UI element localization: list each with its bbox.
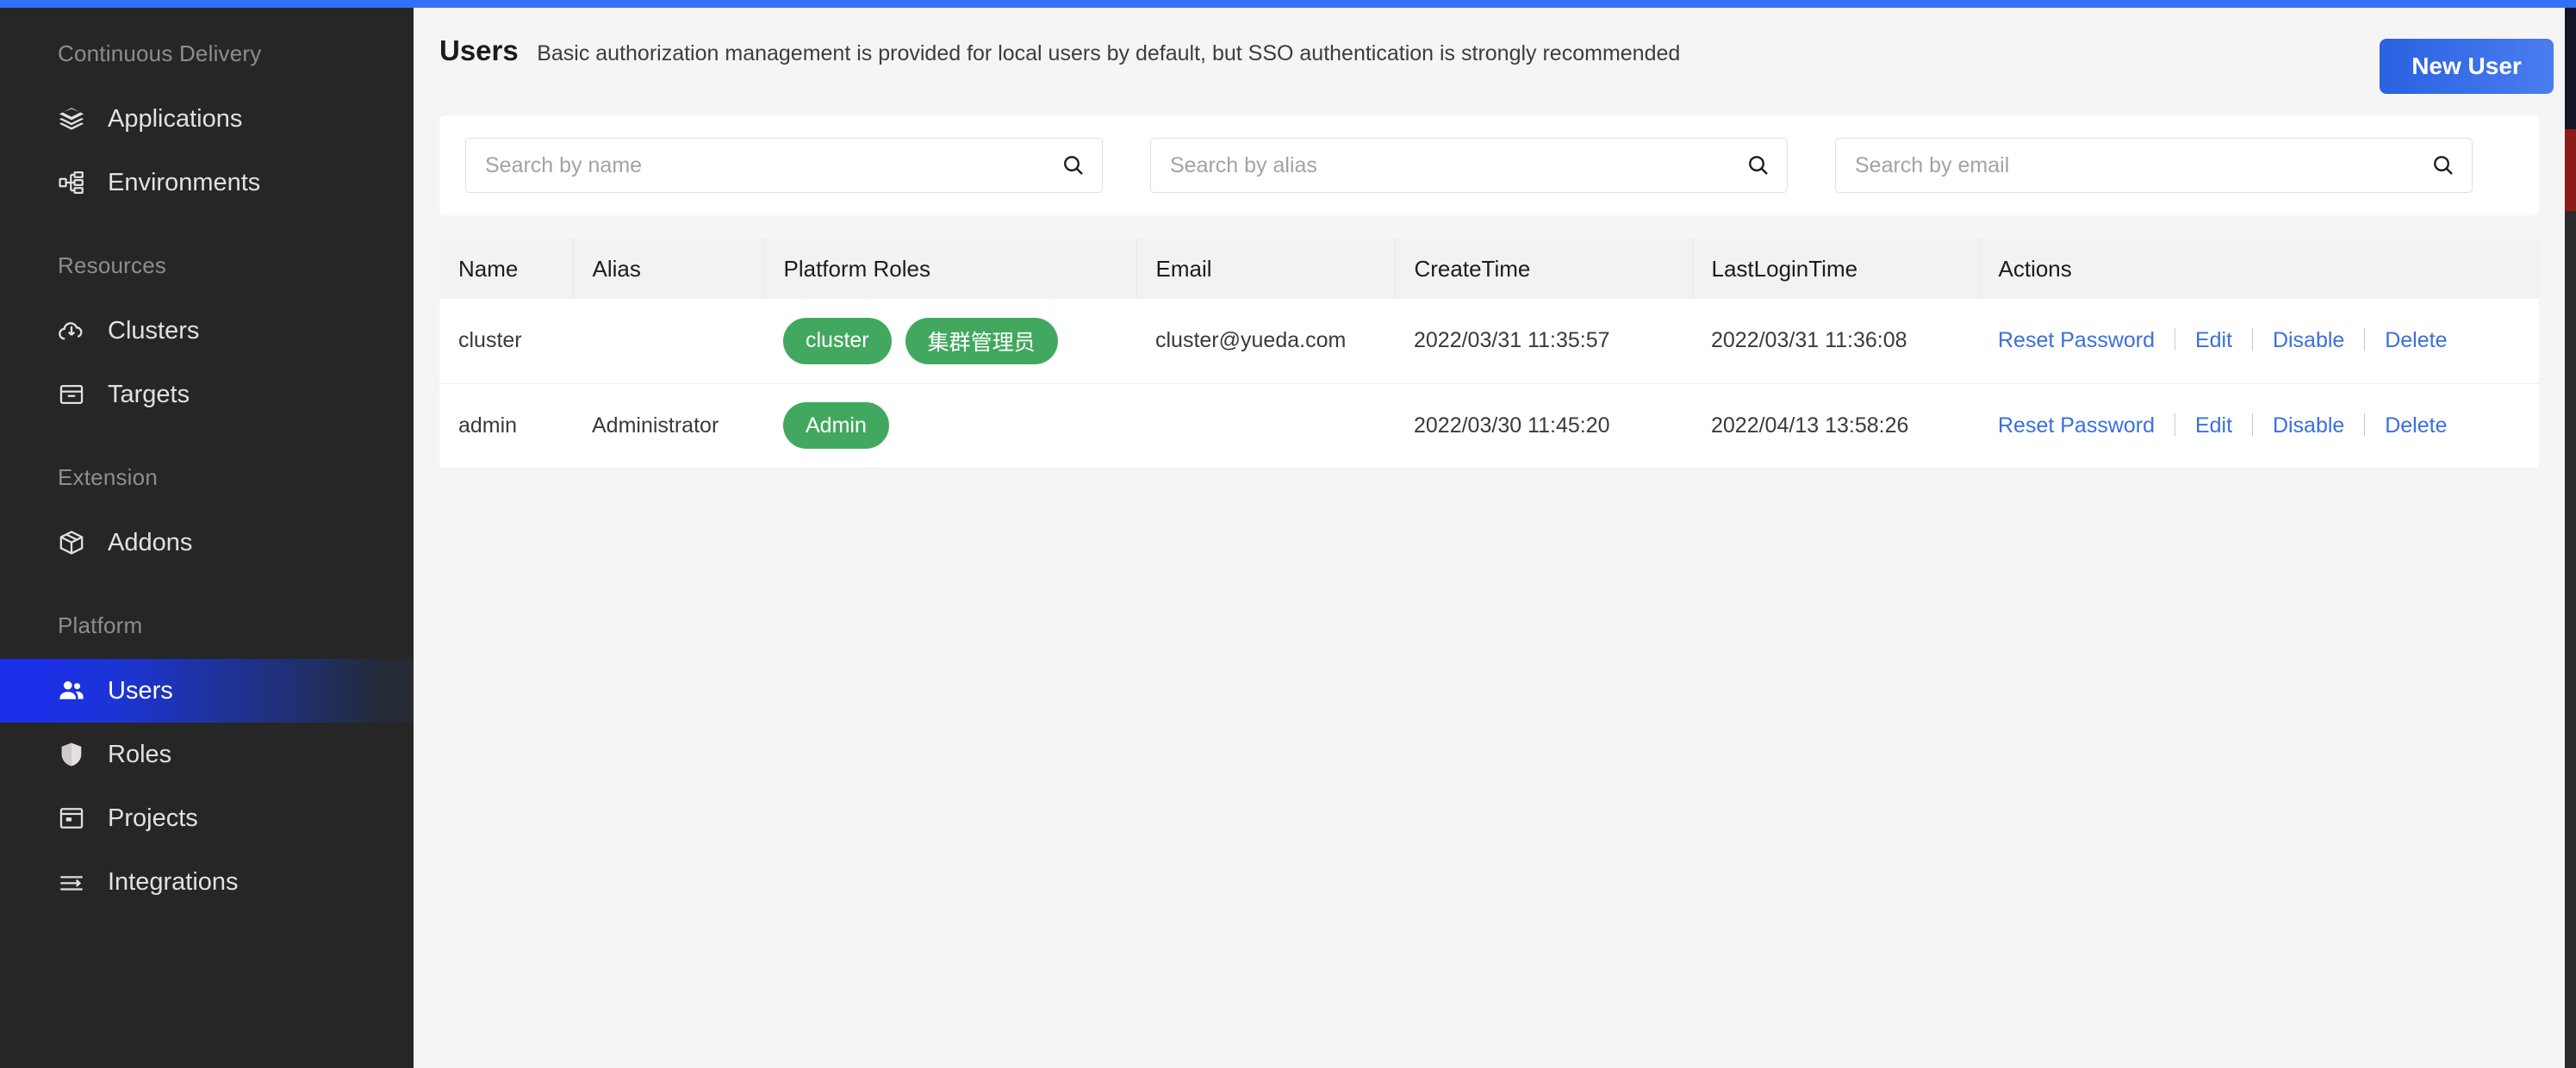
users-table: Name Alias Platform Roles Email CreateTi… [439,239,2539,469]
sidebar-item-users[interactable]: Users [0,659,414,723]
cell-create-time: 2022/03/30 11:45:20 [1395,383,1692,469]
sidebar-item-label: Applications [108,104,243,133]
main-content: Users Basic authorization management is … [414,8,2565,1068]
cell-last-login-time: 2022/04/13 13:58:26 [1692,383,1979,469]
users-people-icon [56,675,87,706]
search-filter-card [439,115,2539,215]
cell-create-time: 2022/03/31 11:35:57 [1395,299,1692,384]
action-separator [2251,413,2253,436]
page-title: Users [439,34,519,66]
cell-name: cluster [439,299,573,384]
archive-box-icon [56,379,87,410]
role-badge: Admin [783,402,889,449]
search-by-name-field [465,138,1103,193]
cell-last-login-time: 2022/03/31 11:36:08 [1692,299,1979,384]
disable-link[interactable]: Disable [2273,328,2344,352]
edit-link[interactable]: Edit [2195,328,2232,352]
sidebar-item-label: Roles [108,740,172,768]
page-description: Basic authorization management is provid… [537,41,1681,65]
table-row: cluster cluster 集群管理员 cluster@yueda.com … [439,299,2539,384]
action-separator [2364,413,2366,436]
cell-platform-roles: cluster 集群管理员 [764,299,1136,384]
cell-actions: Reset Password Edit Disable Delete [1979,383,2539,469]
header-text: Users Basic authorization management is … [439,32,1766,76]
search-by-email-field [1835,138,2473,193]
sidebar-item-label: Users [108,676,173,705]
column-header-actions: Actions [1979,239,2539,299]
edit-link[interactable]: Edit [2195,413,2232,438]
integrations-arrow-icon [56,866,87,897]
page-header: Users Basic authorization management is … [414,8,2565,115]
sidebar-item-environments[interactable]: Environments [0,151,414,214]
sidebar-item-roles[interactable]: Roles [0,723,414,786]
table-row: admin Administrator Admin 2022/03/30 11:… [439,383,2539,469]
role-badge: cluster [783,317,892,364]
background-window-edge [2565,0,2576,1068]
sidebar-item-label: Addons [108,528,193,556]
action-separator [2364,328,2366,351]
delete-link[interactable]: Delete [2385,328,2447,352]
sidebar-item-label: Environments [108,168,261,196]
column-header-name: Name [439,239,574,299]
column-header-create-time: CreateTime [1395,239,1693,299]
search-by-alias-field [1150,138,1788,193]
cell-name: admin [439,383,573,469]
sidebar-item-addons[interactable]: Addons [0,511,414,574]
role-badge: 集群管理员 [905,317,1058,364]
column-header-alias: Alias [573,239,765,299]
sidebar-group-label-continuous-delivery: Continuous Delivery [58,40,262,66]
sidebar-group-label-extension: Extension [58,464,158,490]
package-cube-icon [56,527,87,558]
sidebar-item-label: Integrations [108,867,239,896]
search-by-alias-input[interactable] [1150,138,1788,193]
cell-alias: Administrator [573,383,764,469]
sidebar-item-integrations[interactable]: Integrations [0,850,414,914]
table-header-row: Name Alias Platform Roles Email CreateTi… [439,239,2539,299]
cell-actions: Reset Password Edit Disable Delete [1979,299,2539,384]
new-user-button[interactable]: New User [2380,39,2554,94]
sidebar-item-clusters[interactable]: Clusters [0,299,414,363]
delete-link[interactable]: Delete [2385,413,2447,438]
action-separator [2251,328,2253,351]
users-table-body: cluster cluster 集群管理员 cluster@yueda.com … [439,299,2539,469]
users-table-head: Name Alias Platform Roles Email CreateTi… [439,239,2539,299]
role-badge-list: Admin [783,402,1136,449]
environments-icon [56,167,87,198]
sidebar-item-applications[interactable]: Applications [0,87,414,151]
column-header-last-login-time: LastLoginTime [1692,239,1980,299]
sidebar-item-label: Clusters [108,316,200,345]
role-badge-list: cluster 集群管理员 [783,317,1136,364]
search-by-email-input[interactable] [1835,138,2473,193]
sidebar-group-label-platform: Platform [58,612,143,638]
sidebar-item-label: Projects [108,804,198,832]
reset-password-link[interactable]: Reset Password [1998,328,2155,352]
column-header-email: Email [1136,239,1396,299]
reset-password-link[interactable]: Reset Password [1998,413,2155,438]
sidebar: Continuous Delivery Applications Environ… [0,8,414,1068]
top-accent-bar [0,0,2576,8]
disable-link[interactable]: Disable [2273,413,2344,438]
sidebar-item-label: Targets [108,380,190,408]
column-header-platform-roles: Platform Roles [764,239,1137,299]
background-window-edge-accent [2565,0,2576,8]
layers-icon [56,103,87,134]
cell-email: cluster@yueda.com [1136,299,1395,384]
cell-email [1136,383,1395,469]
sidebar-group-label-resources: Resources [58,252,167,278]
search-by-name-input[interactable] [465,138,1103,193]
projects-window-icon [56,803,87,834]
shield-icon [56,739,87,770]
cell-platform-roles: Admin [764,383,1136,469]
cell-alias [573,299,764,384]
users-table-card: Name Alias Platform Roles Email CreateTi… [439,239,2539,469]
sidebar-item-projects[interactable]: Projects [0,786,414,850]
sidebar-item-targets[interactable]: Targets [0,363,414,426]
cloud-download-icon [56,315,87,346]
